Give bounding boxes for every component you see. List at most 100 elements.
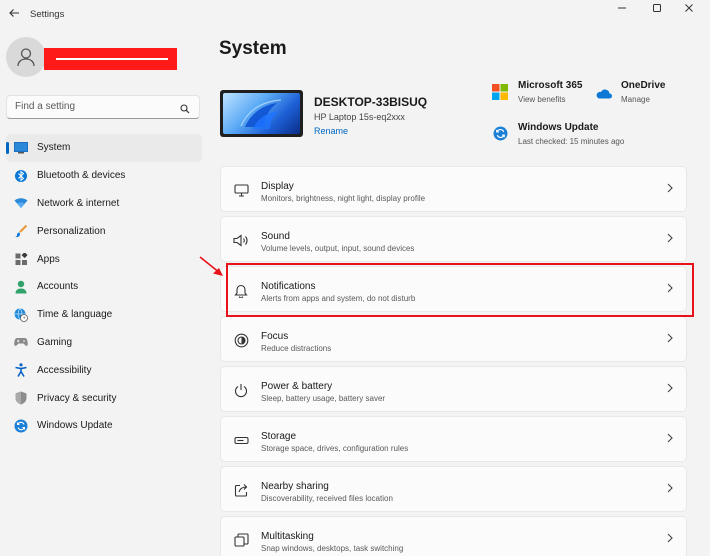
microsoft-365-subtitle: View benefits: [518, 95, 566, 104]
storage-card[interactable]: Storage Storage space, drives, configura…: [220, 416, 687, 462]
maximize-button[interactable]: [647, 3, 667, 17]
minimize-button[interactable]: [612, 3, 632, 17]
avatar[interactable]: [6, 37, 46, 77]
sidebar-item-accounts[interactable]: Accounts: [6, 273, 202, 301]
sidebar-item-privacy[interactable]: Privacy & security: [6, 384, 202, 412]
card-subtitle: Reduce distractions: [261, 344, 332, 353]
chevron-right-icon: [666, 233, 674, 246]
bluetooth-icon: [14, 169, 28, 183]
rename-link[interactable]: Rename: [314, 126, 348, 136]
annotation-arrow-icon: [199, 256, 223, 276]
update-icon: [493, 126, 508, 146]
sidebar-item-network[interactable]: Network & internet: [6, 190, 202, 218]
monitor-icon: [14, 141, 28, 155]
sidebar-item-bluetooth[interactable]: Bluetooth & devices: [6, 162, 202, 190]
sidebar-item-label: Accounts: [37, 281, 79, 293]
close-button[interactable]: [679, 3, 699, 17]
card-title: Storage: [261, 431, 297, 442]
sidebar-item-system[interactable]: System: [6, 134, 202, 162]
sidebar-item-windows-update[interactable]: Windows Update: [6, 412, 202, 440]
chevron-right-icon: [666, 483, 674, 496]
sidebar-item-label: System: [37, 142, 71, 154]
device-name: DESKTOP-33BISUQ: [314, 95, 428, 109]
update-icon: [14, 419, 28, 433]
card-subtitle: Alerts from apps and system, do not dist…: [261, 294, 416, 303]
settings-list: Display Monitors, brightness, night ligh…: [220, 166, 687, 556]
sidebar-item-label: Accessibility: [37, 364, 92, 376]
display-card[interactable]: Display Monitors, brightness, night ligh…: [220, 166, 687, 212]
title-bar: Settings: [0, 0, 710, 32]
card-subtitle: Monitors, brightness, night light, displ…: [261, 194, 426, 203]
power-icon: [233, 382, 249, 398]
brush-icon: [14, 224, 28, 238]
globe-clock-icon: [14, 307, 28, 322]
sidebar-item-gaming[interactable]: Gaming: [6, 329, 202, 357]
wifi-icon: [14, 196, 28, 210]
chevron-right-icon: [666, 533, 674, 546]
sidebar-item-apps[interactable]: Apps: [6, 245, 202, 273]
person-icon: [14, 280, 28, 294]
chevron-right-icon: [666, 283, 674, 296]
sound-card[interactable]: Sound Volume levels, output, input, soun…: [220, 216, 687, 262]
device-model: HP Laptop 15s-eq2xxx: [314, 112, 405, 122]
accessibility-icon: [14, 363, 28, 378]
page-title: System: [219, 38, 287, 59]
sidebar-item-label: Windows Update: [37, 420, 113, 432]
card-subtitle: Discoverability, received files location: [261, 494, 393, 503]
card-title: Sound: [261, 231, 290, 242]
card-subtitle: Snap windows, desktops, task switching: [261, 544, 404, 553]
sidebar-item-personalization[interactable]: Personalization: [6, 217, 202, 245]
microsoft-365-title: Microsoft 365: [518, 80, 583, 91]
person-icon: [17, 48, 35, 67]
sidebar-nav: System Bluetooth & devices Network & int…: [6, 134, 202, 440]
back-arrow-icon[interactable]: [6, 7, 22, 23]
nearby-sharing-card[interactable]: Nearby sharing Discoverability, received…: [220, 466, 687, 512]
search-icon[interactable]: [180, 101, 190, 119]
chevron-right-icon: [666, 433, 674, 446]
sidebar-item-label: Privacy & security: [37, 392, 117, 404]
onedrive-subtitle: Manage: [621, 95, 650, 104]
notifications-card[interactable]: Notifications Alerts from apps and syste…: [220, 266, 687, 312]
sidebar-item-label: Personalization: [37, 225, 106, 237]
search-input[interactable]: Find a setting: [6, 95, 200, 119]
shield-icon: [14, 391, 28, 405]
sidebar-item-time-language[interactable]: Time & language: [6, 301, 202, 329]
card-title: Nearby sharing: [261, 481, 329, 492]
chevron-right-icon: [666, 333, 674, 346]
sidebar-item-label: Time & language: [37, 309, 113, 321]
sidebar-item-label: Network & internet: [37, 197, 120, 209]
sidebar-item-label: Bluetooth & devices: [37, 170, 126, 182]
search-placeholder: Find a setting: [15, 101, 76, 112]
card-title: Focus: [261, 331, 289, 342]
card-title: Display: [261, 181, 294, 192]
power-battery-card[interactable]: Power & battery Sleep, battery usage, ba…: [220, 366, 687, 412]
onedrive-title: OneDrive: [621, 80, 666, 91]
device-thumbnail: [220, 90, 303, 137]
focus-icon: [233, 332, 249, 348]
card-subtitle: Sleep, battery usage, battery saver: [261, 394, 386, 403]
share-icon: [233, 482, 249, 498]
display-icon: [233, 182, 249, 198]
microsoft-365-icon: [492, 84, 508, 105]
chevron-right-icon: [666, 383, 674, 396]
sidebar-item-accessibility[interactable]: Accessibility: [6, 356, 202, 384]
sidebar-item-label: Gaming: [37, 336, 73, 348]
chevron-right-icon: [666, 183, 674, 196]
card-title: Power & battery: [261, 381, 333, 392]
multitasking-card[interactable]: Multitasking Snap windows, desktops, tas…: [220, 516, 687, 556]
onedrive-icon: [595, 86, 612, 104]
windows-update-subtitle: Last checked: 15 minutes ago: [518, 137, 625, 146]
speaker-icon: [233, 232, 249, 248]
windows-update-title: Windows Update: [518, 122, 599, 133]
focus-card[interactable]: Focus Reduce distractions: [220, 316, 687, 362]
active-indicator: [6, 142, 9, 154]
app-title: Settings: [30, 9, 65, 20]
card-subtitle: Volume levels, output, input, sound devi…: [261, 244, 415, 253]
bell-icon: [233, 282, 249, 298]
sidebar-item-label: Apps: [37, 253, 60, 265]
redaction-line: [56, 58, 168, 60]
wallpaper-image: [223, 93, 300, 134]
gamepad-icon: [14, 335, 28, 349]
card-subtitle: Storage space, drives, configuration rul…: [261, 444, 409, 453]
storage-icon: [233, 432, 249, 448]
